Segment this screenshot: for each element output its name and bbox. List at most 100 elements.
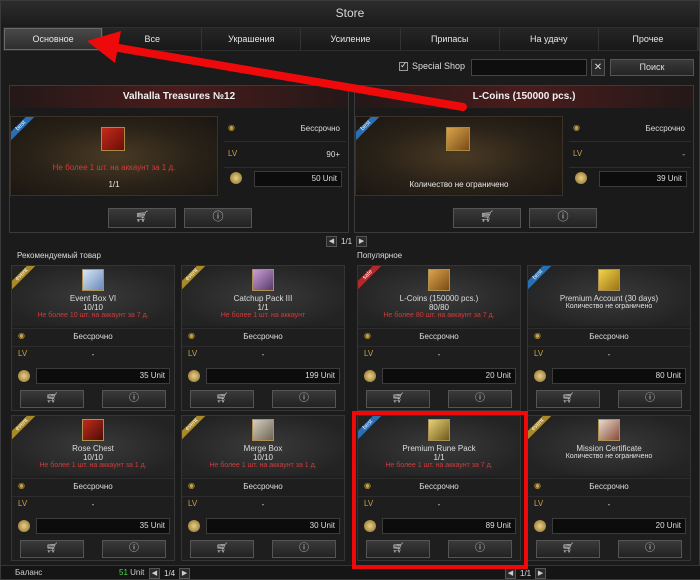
cart-button[interactable]: 🛒︎: [190, 390, 254, 408]
featured-price: 39 Unit: [599, 171, 687, 187]
cart-button[interactable]: 🛒︎: [536, 390, 600, 408]
rose-chest-icon: [82, 419, 104, 441]
badge-best: best: [358, 416, 388, 446]
badge-best: best: [528, 266, 558, 296]
item-card[interactable]: event Mission Certificate Количество не ог…: [527, 415, 691, 561]
tab-decorations[interactable]: Украшения: [202, 28, 302, 50]
cart-icon: 🛒︎: [135, 211, 149, 223]
cart-button[interactable]: 🛒︎: [20, 390, 84, 408]
card-duration: Бессрочно: [589, 332, 629, 341]
info-icon: ⓘ: [475, 393, 485, 404]
cart-icon: 🛒︎: [391, 543, 405, 554]
featured-item: Valhalla Treasures №12 best Не более 1 ш…: [9, 85, 349, 233]
card-limit: Не более 80 шт. на аккаунт за 7 д.: [383, 312, 495, 319]
card-level: -: [607, 350, 611, 359]
next-page-button[interactable]: ▶: [356, 235, 368, 247]
featured-qty: 1/1: [108, 180, 120, 189]
cart-button[interactable]: 🛒︎: [190, 540, 254, 558]
coin-icon: [364, 520, 376, 532]
info-icon: ⓘ: [129, 393, 139, 404]
info-button[interactable]: ⓘ: [102, 390, 166, 408]
info-button[interactable]: ⓘ: [448, 390, 512, 408]
category-tabs: Основное Все Украшения Усиление Припасы …: [3, 27, 699, 51]
level-icon: LV: [573, 149, 583, 158]
tab-other[interactable]: Прочее: [598, 28, 698, 50]
info-button[interactable]: ⓘ: [448, 540, 512, 558]
item-card[interactable]: event Rose Chest 10/10 Не более 1 шт. на ак…: [11, 415, 175, 561]
cart-button[interactable]: 🛒︎: [453, 208, 521, 228]
item-card[interactable]: sale L-Coins (150000 pcs.) 80/80 Не более 8…: [357, 265, 521, 411]
card-name: Merge Box: [243, 444, 283, 453]
card-level: -: [607, 500, 611, 509]
item-card[interactable]: event Catchup Pack III 1/1 Не более 1 шт. н…: [181, 265, 345, 411]
info-button[interactable]: ⓘ: [618, 390, 682, 408]
card-limit: Не более 1 шт. на аккаунт за 7 д.: [385, 462, 493, 469]
section-popular: Популярное: [357, 251, 403, 260]
card-level: -: [91, 350, 95, 359]
next-page-button[interactable]: ▶: [179, 567, 191, 579]
info-button[interactable]: ⓘ: [529, 208, 597, 228]
info-icon: ⓘ: [645, 393, 655, 404]
tab-supplies[interactable]: Припасы: [400, 28, 500, 50]
search-input[interactable]: [471, 59, 587, 76]
tab-main[interactable]: Основное: [4, 28, 104, 50]
special-shop-checkbox[interactable]: [399, 60, 408, 71]
info-button[interactable]: ⓘ: [272, 540, 336, 558]
certificate-icon: [598, 419, 620, 441]
tab-enhancement[interactable]: Усиление: [301, 28, 401, 50]
card-price: 35 Unit: [36, 518, 170, 534]
info-icon: ⓘ: [212, 211, 224, 223]
popular-page-number: 1/1: [520, 568, 532, 578]
item-card[interactable]: best Premium Account (30 days) Количество …: [527, 265, 691, 411]
balance-value: 51 Unit: [119, 568, 145, 577]
cart-button[interactable]: 🛒︎: [20, 540, 84, 558]
cart-button[interactable]: 🛒︎: [366, 390, 430, 408]
coin-icon: [188, 520, 200, 532]
prev-page-button[interactable]: ◀: [505, 567, 516, 579]
cart-button[interactable]: 🛒︎: [108, 208, 176, 228]
clear-search-button[interactable]: ✕: [591, 59, 605, 76]
info-button[interactable]: ⓘ: [102, 540, 166, 558]
prev-page-button[interactable]: ◀: [149, 567, 160, 579]
coin-icon: [18, 520, 30, 532]
card-price: 89 Unit: [382, 518, 516, 534]
cart-icon: 🛒︎: [45, 543, 59, 554]
section-recommended: Рекомендуемый товар: [17, 251, 101, 260]
info-button[interactable]: ⓘ: [618, 540, 682, 558]
badge-event: event: [12, 266, 42, 296]
featured-price: 50 Unit: [254, 171, 342, 187]
special-shop-label: Special Shop: [412, 61, 466, 71]
cart-button[interactable]: 🛒︎: [536, 540, 600, 558]
card-price: 20 Unit: [552, 518, 686, 534]
featured-page-number: 1/1: [341, 236, 353, 246]
card-qty: 80/80: [428, 303, 450, 312]
featured-limit: Не более 1 шт. на аккаунт за 1 д.: [52, 163, 176, 172]
featured-item: L-Coins (150000 pcs.) best Количество не…: [354, 85, 694, 233]
store-window: Store Основное Все Украшения Усиление Пр…: [0, 0, 700, 580]
cart-button[interactable]: 🛒︎: [366, 540, 430, 558]
card-name: Premium Rune Pack: [402, 444, 476, 453]
badge-event: event: [12, 416, 42, 446]
badge-event: event: [182, 416, 212, 446]
cart-icon: 🛒︎: [45, 393, 59, 404]
card-name: L-Coins (150000 pcs.): [399, 294, 479, 303]
item-card[interactable]: event Event Box VI 10/10 Не более 10 шт. на…: [11, 265, 175, 411]
l-coins-chest-icon: [428, 269, 450, 291]
card-level: -: [437, 350, 441, 359]
tab-all[interactable]: Все: [103, 28, 203, 50]
info-icon: ⓘ: [129, 543, 139, 554]
coin-icon: [575, 172, 587, 184]
next-page-button[interactable]: ▶: [535, 567, 547, 579]
tab-luck[interactable]: На удачу: [499, 28, 599, 50]
window-titlebar: Store: [1, 1, 699, 25]
item-card[interactable]: best Premium Rune Pack 1/1 Не более 1 шт. н…: [357, 415, 521, 561]
prev-page-button[interactable]: ◀: [326, 235, 337, 247]
item-card[interactable]: event Merge Box 10/10 Не более 1 шт. на акк…: [181, 415, 345, 561]
info-icon: ⓘ: [299, 393, 309, 404]
info-button[interactable]: ⓘ: [184, 208, 252, 228]
level-icon: LV: [228, 149, 238, 158]
search-button[interactable]: Поиск: [610, 59, 694, 76]
card-qty: 10/10: [82, 303, 104, 312]
info-icon: ⓘ: [475, 543, 485, 554]
info-button[interactable]: ⓘ: [272, 390, 336, 408]
